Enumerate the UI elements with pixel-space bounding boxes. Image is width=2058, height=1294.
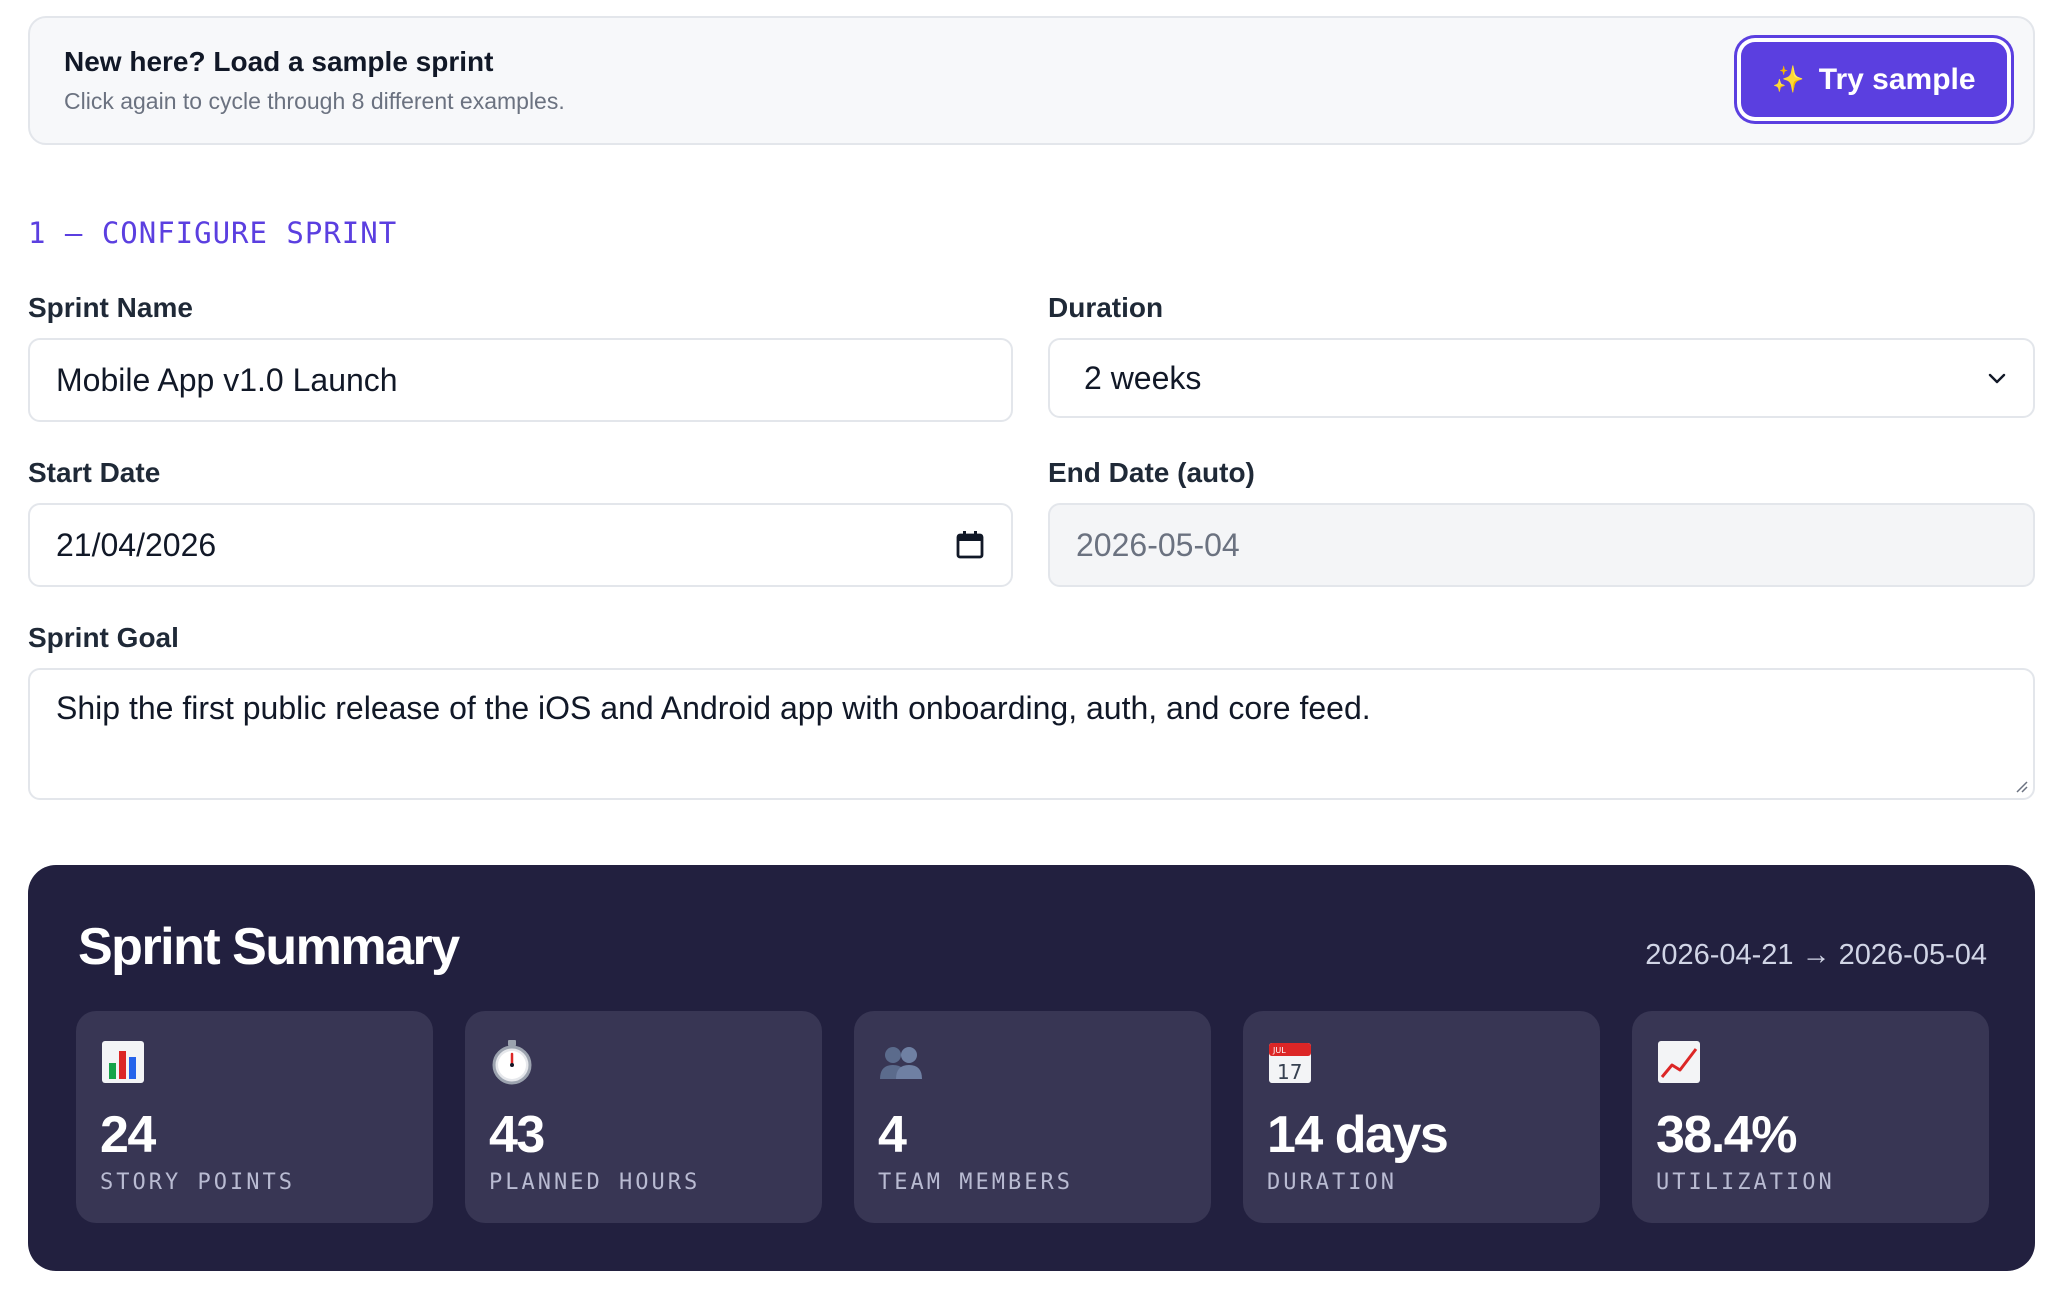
sprint-goal-label: Sprint Goal bbox=[28, 622, 179, 653]
stat-value: 4 bbox=[878, 1106, 907, 1164]
sprint-goal-textarea[interactable]: Ship the first public release of the iOS… bbox=[28, 668, 2035, 800]
sprint-goal-value: Ship the first public release of the iOS… bbox=[56, 690, 1371, 726]
stat-label: Team Members bbox=[878, 1170, 1073, 1195]
calendar-picker-icon[interactable] bbox=[955, 530, 985, 560]
end-date-label: End Date (auto) bbox=[1048, 457, 1255, 488]
stat-card-story-points: 24 Story Points bbox=[76, 1011, 433, 1223]
sample-sprint-banner: New here? Load a sample sprint Click aga… bbox=[28, 16, 2035, 145]
duration-select[interactable]: 2 weeks bbox=[1048, 338, 2035, 418]
calendar-day: 17 bbox=[1277, 1060, 1302, 1084]
start-date-label: Start Date bbox=[28, 457, 161, 488]
stat-card-planned-hours: 43 Planned Hours bbox=[465, 1011, 822, 1223]
summary-title: Sprint Summary bbox=[78, 918, 460, 976]
stat-value: 24 bbox=[100, 1106, 156, 1164]
stat-card-utilization: 38.4% Utilization bbox=[1632, 1011, 1989, 1223]
sprint-name-value: Mobile App v1.0 Launch bbox=[56, 361, 398, 398]
stat-label: Utilization bbox=[1656, 1170, 1835, 1195]
start-date-input[interactable]: 21/04/2026 bbox=[28, 503, 1013, 587]
resize-handle-icon[interactable] bbox=[2013, 778, 2029, 794]
trend-up-icon bbox=[1658, 1041, 1700, 1083]
duration-label: Duration bbox=[1048, 292, 1164, 323]
stat-label: Story Points bbox=[100, 1170, 295, 1195]
stat-value: 38.4% bbox=[1656, 1106, 1797, 1164]
start-date-value: 21/04/2026 bbox=[56, 526, 217, 563]
sprint-summary-panel: Sprint Summary 2026-04-21 → 2026-05-04 2… bbox=[28, 865, 2035, 1271]
sprint-planner-page: New here? Load a sample sprint Click aga… bbox=[0, 0, 2058, 1294]
duration-value: 2 weeks bbox=[1084, 359, 1202, 396]
end-date-field: 2026-05-04 bbox=[1048, 503, 2035, 587]
sprint-name-input[interactable]: Mobile App v1.0 Launch bbox=[28, 338, 1013, 422]
try-sample-label: Try sample bbox=[1818, 62, 1976, 96]
summary-stats: 24 Story Points 43 Planned Hours bbox=[76, 1011, 1989, 1223]
stat-value: 43 bbox=[489, 1106, 545, 1164]
calendar-month: JUL bbox=[1272, 1046, 1286, 1055]
section-heading: 1 — CONFIGURE SPRINT bbox=[28, 216, 398, 250]
calendar-icon: JUL 17 bbox=[1269, 1043, 1311, 1084]
stat-card-team-members: 4 Team Members bbox=[854, 1011, 1211, 1223]
bar-chart-icon bbox=[102, 1041, 144, 1083]
stat-label: Duration bbox=[1267, 1170, 1397, 1195]
banner-title: New here? Load a sample sprint bbox=[64, 46, 494, 77]
team-icon bbox=[880, 1047, 922, 1079]
banner-subtitle: Click again to cycle through 8 different… bbox=[64, 88, 565, 114]
stat-value: 14 days bbox=[1267, 1106, 1449, 1164]
sprint-name-label: Sprint Name bbox=[28, 292, 193, 323]
try-sample-button[interactable]: ✨ Try sample bbox=[1741, 42, 2007, 117]
chevron-down-icon bbox=[1987, 371, 2007, 385]
end-date-value: 2026-05-04 bbox=[1076, 526, 1240, 563]
stat-label: Planned Hours bbox=[489, 1170, 701, 1195]
stopwatch-icon bbox=[492, 1040, 532, 1085]
summary-date-range: 2026-04-21 → 2026-05-04 bbox=[1645, 939, 1987, 971]
sparkle-icon: ✨ bbox=[1772, 64, 1805, 94]
stat-card-duration: JUL 17 14 days Duration bbox=[1243, 1011, 1600, 1223]
